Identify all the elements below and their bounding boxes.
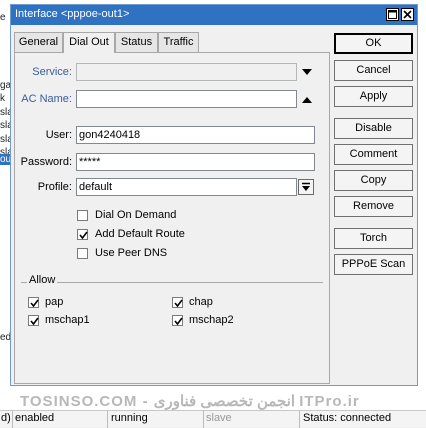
- list-item: k: [0, 93, 5, 104]
- triangle-up-icon: [302, 96, 312, 103]
- dropdown-icon: [302, 182, 310, 191]
- dial-on-demand-checkbox[interactable]: [77, 210, 88, 221]
- tab-general[interactable]: General: [14, 32, 63, 52]
- remove-button[interactable]: Remove: [334, 196, 413, 217]
- user-label: User:: [45, 129, 72, 141]
- mschap2-checkbox[interactable]: [172, 315, 183, 326]
- status-cell-running: running: [111, 412, 148, 424]
- profile-select[interactable]: default: [76, 178, 297, 196]
- status-bar: d) enabled running slave Status: connect…: [0, 410, 426, 428]
- chap-checkbox[interactable]: [172, 297, 183, 308]
- maximize-icon: [388, 10, 397, 19]
- tab-traffic[interactable]: Traffic: [158, 32, 199, 52]
- pap-checkbox[interactable]: [28, 297, 39, 308]
- service-label: Service:: [32, 66, 72, 78]
- copy-button[interactable]: Copy: [334, 170, 413, 191]
- ac-name-toggle-button[interactable]: [300, 93, 314, 107]
- dial-out-panel: Service: AC Name: User: gon4240418 Passw…: [14, 52, 330, 384]
- maximize-button[interactable]: [386, 8, 399, 21]
- triangle-down-icon: [302, 68, 312, 75]
- status-cell-enabled: enabled: [15, 412, 55, 424]
- allow-group-border: [21, 282, 323, 283]
- status-cell-slave: slave: [206, 412, 232, 424]
- user-field[interactable]: gon4240418: [76, 126, 315, 144]
- pppoe-scan-button[interactable]: PPPoE Scan: [334, 254, 413, 275]
- apply-button[interactable]: Apply: [334, 86, 413, 107]
- list-item-selected[interactable]: ou: [0, 154, 11, 165]
- tab-dial-out[interactable]: Dial Out: [63, 32, 115, 53]
- watermark: TOSINSO.COM - انجمن تخصصی فناوری ITPro.i…: [20, 393, 360, 410]
- ok-button[interactable]: OK: [334, 33, 413, 54]
- checkmark-icon: [174, 317, 183, 326]
- ac-name-field[interactable]: [76, 90, 297, 108]
- profile-dropdown-button[interactable]: [298, 179, 314, 195]
- torch-button[interactable]: Torch: [334, 228, 413, 249]
- title-bar[interactable]: Interface <pppoe-out1>: [11, 5, 417, 25]
- password-label: Password:: [20, 156, 72, 168]
- service-field[interactable]: [76, 63, 297, 81]
- profile-label: Profile:: [37, 181, 72, 193]
- interface-dialog: Interface <pppoe-out1> General Dial Out …: [10, 4, 418, 386]
- ac-name-label: AC Name:: [21, 93, 72, 105]
- close-icon: [403, 10, 412, 19]
- window-title: Interface <pppoe-out1>: [15, 8, 130, 20]
- chap-label: chap: [189, 296, 213, 308]
- checkmark-icon: [30, 299, 39, 308]
- tab-status[interactable]: Status: [115, 32, 158, 52]
- add-default-route-label: Add Default Route: [95, 228, 185, 240]
- dial-on-demand-label: Dial On Demand: [95, 209, 177, 221]
- add-default-route-checkbox[interactable]: [77, 229, 88, 240]
- checkmark-icon: [174, 299, 183, 308]
- mschap1-label: mschap1: [45, 314, 90, 326]
- comment-button[interactable]: Comment: [334, 144, 413, 165]
- disable-button[interactable]: Disable: [334, 118, 413, 139]
- checkmark-icon: [79, 231, 88, 240]
- list-item: e: [0, 12, 6, 23]
- use-peer-dns-label: Use Peer DNS: [95, 247, 168, 259]
- checkmark-icon: [30, 317, 39, 326]
- allow-group-title: Allow: [27, 274, 58, 286]
- status-cell-connection: Status: connected: [303, 412, 392, 424]
- cancel-button[interactable]: Cancel: [334, 60, 413, 81]
- pap-label: pap: [45, 296, 64, 308]
- status-cell: d): [1, 412, 11, 424]
- use-peer-dns-checkbox[interactable]: [77, 248, 88, 259]
- mschap2-label: mschap2: [189, 314, 234, 326]
- service-dropdown-button[interactable]: [300, 65, 314, 79]
- mschap1-checkbox[interactable]: [28, 315, 39, 326]
- close-button[interactable]: [401, 8, 414, 21]
- password-field[interactable]: *****: [76, 153, 315, 171]
